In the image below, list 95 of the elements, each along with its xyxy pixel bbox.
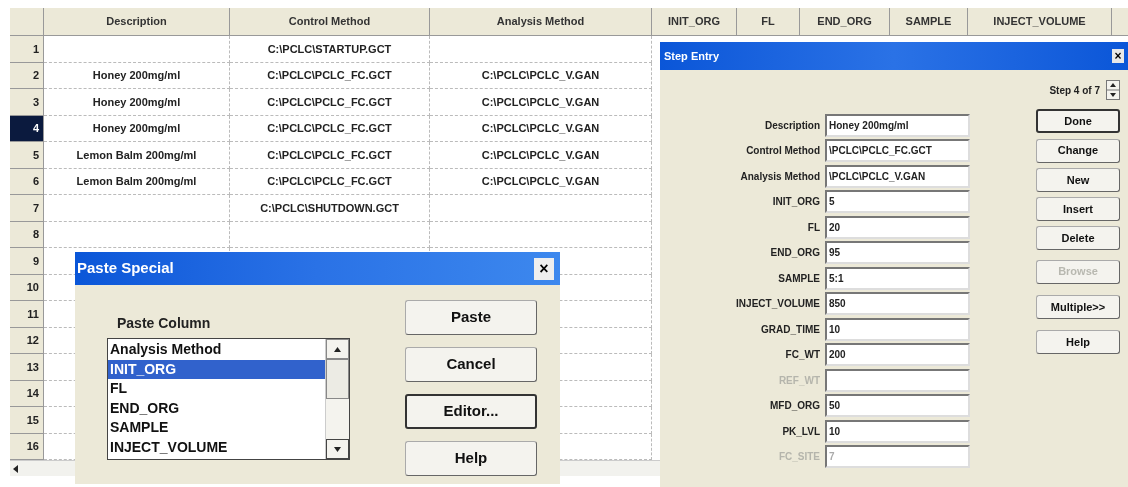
- field-label: INJECT_VOLUME: [735, 297, 821, 311]
- column-header[interactable]: INIT_ORG: [652, 8, 737, 36]
- list-label: Paste Column: [116, 314, 212, 333]
- spinner-icon[interactable]: [1106, 80, 1120, 100]
- input-field[interactable]: 5: [825, 190, 970, 213]
- list-item[interactable]: INIT_ORG: [108, 359, 325, 379]
- column-header[interactable]: Analysis Method: [430, 8, 652, 36]
- close-button[interactable]: ×: [1112, 49, 1124, 63]
- row-header[interactable]: 16: [10, 433, 44, 460]
- input-field[interactable]: 20: [825, 215, 970, 239]
- column-header[interactable]: Description: [44, 8, 230, 36]
- dialog-button[interactable]: Multiple>>: [1036, 294, 1120, 319]
- dialog-button[interactable]: Help: [405, 441, 537, 476]
- list-item[interactable]: END_ORG: [108, 398, 325, 418]
- row-header[interactable]: 9: [10, 248, 44, 275]
- field-label: FC_WT: [784, 348, 821, 362]
- input-field[interactable]: Honey 200mg/ml: [825, 113, 970, 137]
- row-header[interactable]: 3: [10, 89, 44, 116]
- row-header[interactable]: 8: [10, 221, 44, 248]
- column-header[interactable]: Control Method: [230, 8, 430, 36]
- table-cell: C:\PCLC\PCLC_FC.GCT: [230, 168, 430, 195]
- row-header[interactable]: 15: [10, 407, 44, 434]
- field-label: Analysis Method: [739, 169, 821, 184]
- row-header[interactable]: 12: [10, 327, 44, 354]
- list-item[interactable]: SAMPLE: [108, 418, 325, 438]
- field-label: GRAD_TIME: [760, 322, 821, 337]
- input-field[interactable]: 95: [825, 241, 970, 264]
- table-cell: C:\PCLC\PCLC_FC.GCT: [230, 89, 430, 116]
- list-item[interactable]: INJECT_VOLUME: [108, 437, 325, 457]
- row-header[interactable]: 13: [10, 354, 44, 381]
- input-field[interactable]: 50: [825, 394, 970, 417]
- scroll-down-icon[interactable]: [326, 439, 349, 459]
- row-header[interactable]: 11: [10, 301, 44, 328]
- row-header[interactable]: 14: [10, 380, 44, 407]
- dialog-button[interactable]: Change: [1036, 138, 1120, 163]
- window-title: Paste Special: [77, 258, 174, 279]
- table-cell: Honey 200mg/ml: [44, 89, 230, 116]
- table-cell: C:\PCLC\PCLC_FC.GCT: [230, 115, 430, 142]
- column-header[interactable]: END_ORG: [800, 8, 890, 36]
- scroll-thumb[interactable]: [326, 359, 349, 399]
- scrollbar[interactable]: [325, 339, 349, 459]
- scroll-up-icon[interactable]: [326, 339, 349, 359]
- table-cell: Honey 200mg/ml: [44, 115, 230, 142]
- table-cell: C:\PCLC\PCLC_V.GAN: [430, 89, 652, 116]
- table-cell: C:\PCLC\PCLC_FC.GCT: [230, 142, 430, 169]
- column-header[interactable]: FL: [737, 8, 800, 36]
- step-counter: Step 4 of 7: [1049, 83, 1100, 98]
- dialog-button[interactable]: Delete: [1036, 226, 1120, 251]
- input-field[interactable]: 200: [825, 343, 970, 366]
- input-field[interactable]: 10: [825, 317, 970, 341]
- dialog-button[interactable]: Cancel: [405, 347, 537, 382]
- table-cell: C:\PCLC\PCLC_V.GAN: [430, 115, 652, 142]
- table-cell: C:\PCLC\PCLC_FC.GCT: [230, 62, 430, 89]
- field-label: INIT_ORG: [771, 195, 821, 209]
- table-cell: Honey 200mg/ml: [44, 62, 230, 89]
- input-field[interactable]: \PCLC\PCLC_V.GAN: [825, 164, 970, 188]
- table-cell: C:\PCLC\PCLC_V.GAN: [430, 142, 652, 169]
- row-header[interactable]: 6: [10, 168, 44, 195]
- close-button[interactable]: ×: [534, 257, 554, 280]
- dialog-button[interactable]: New: [1036, 167, 1120, 192]
- table-cell: C:\PCLC\PCLC_V.GAN: [430, 168, 652, 195]
- row-header[interactable]: 10: [10, 274, 44, 301]
- list-item[interactable]: FL: [108, 379, 325, 399]
- field-label: Description: [764, 118, 821, 133]
- row-header[interactable]: 2: [10, 62, 44, 89]
- corner-header: [10, 8, 44, 36]
- field-label: MFD_ORG: [769, 399, 821, 413]
- row-header[interactable]: 1: [10, 36, 44, 63]
- input-field[interactable]: 5:1: [825, 266, 970, 290]
- list-item[interactable]: Analysis Method: [108, 340, 325, 360]
- dialog-button[interactable]: Done: [1036, 109, 1120, 134]
- dialog-button[interactable]: Editor...: [405, 394, 537, 429]
- scroll-left-icon[interactable]: [12, 464, 20, 473]
- dialog-button[interactable]: Paste: [405, 300, 537, 335]
- input-field[interactable]: \PCLC\PCLC_FC.GCT: [825, 139, 970, 162]
- table-cell: C:\PCLC\SHUTDOWN.GCT: [230, 195, 430, 222]
- row-header[interactable]: 5: [10, 142, 44, 169]
- field-label: PK_LVL: [781, 424, 821, 439]
- field-label: FL: [806, 220, 821, 235]
- table-cell: Lemon Balm 200mg/ml: [44, 142, 230, 169]
- column-header[interactable]: SAMPLE: [890, 8, 968, 36]
- input-field[interactable]: 850: [825, 292, 970, 315]
- dialog-button[interactable]: Help: [1036, 330, 1120, 354]
- table-cell: C:\PCLC\PCLC_V.GAN: [430, 62, 652, 89]
- field-label: SAMPLE: [777, 271, 821, 286]
- field-label: Control Method: [745, 144, 821, 158]
- row-header[interactable]: 7: [10, 195, 44, 222]
- row-header[interactable]: 4: [10, 115, 44, 142]
- table-cell: Lemon Balm 200mg/ml: [44, 168, 230, 195]
- column-header[interactable]: INJECT_VOLUME: [968, 8, 1112, 36]
- dialog-button[interactable]: Insert: [1036, 197, 1120, 221]
- table-cell: C:\PCLC\STARTUP.GCT: [230, 36, 430, 63]
- input-field[interactable]: 10: [825, 419, 970, 443]
- window-title: Step Entry: [664, 48, 719, 64]
- field-label: END_ORG: [769, 246, 821, 260]
